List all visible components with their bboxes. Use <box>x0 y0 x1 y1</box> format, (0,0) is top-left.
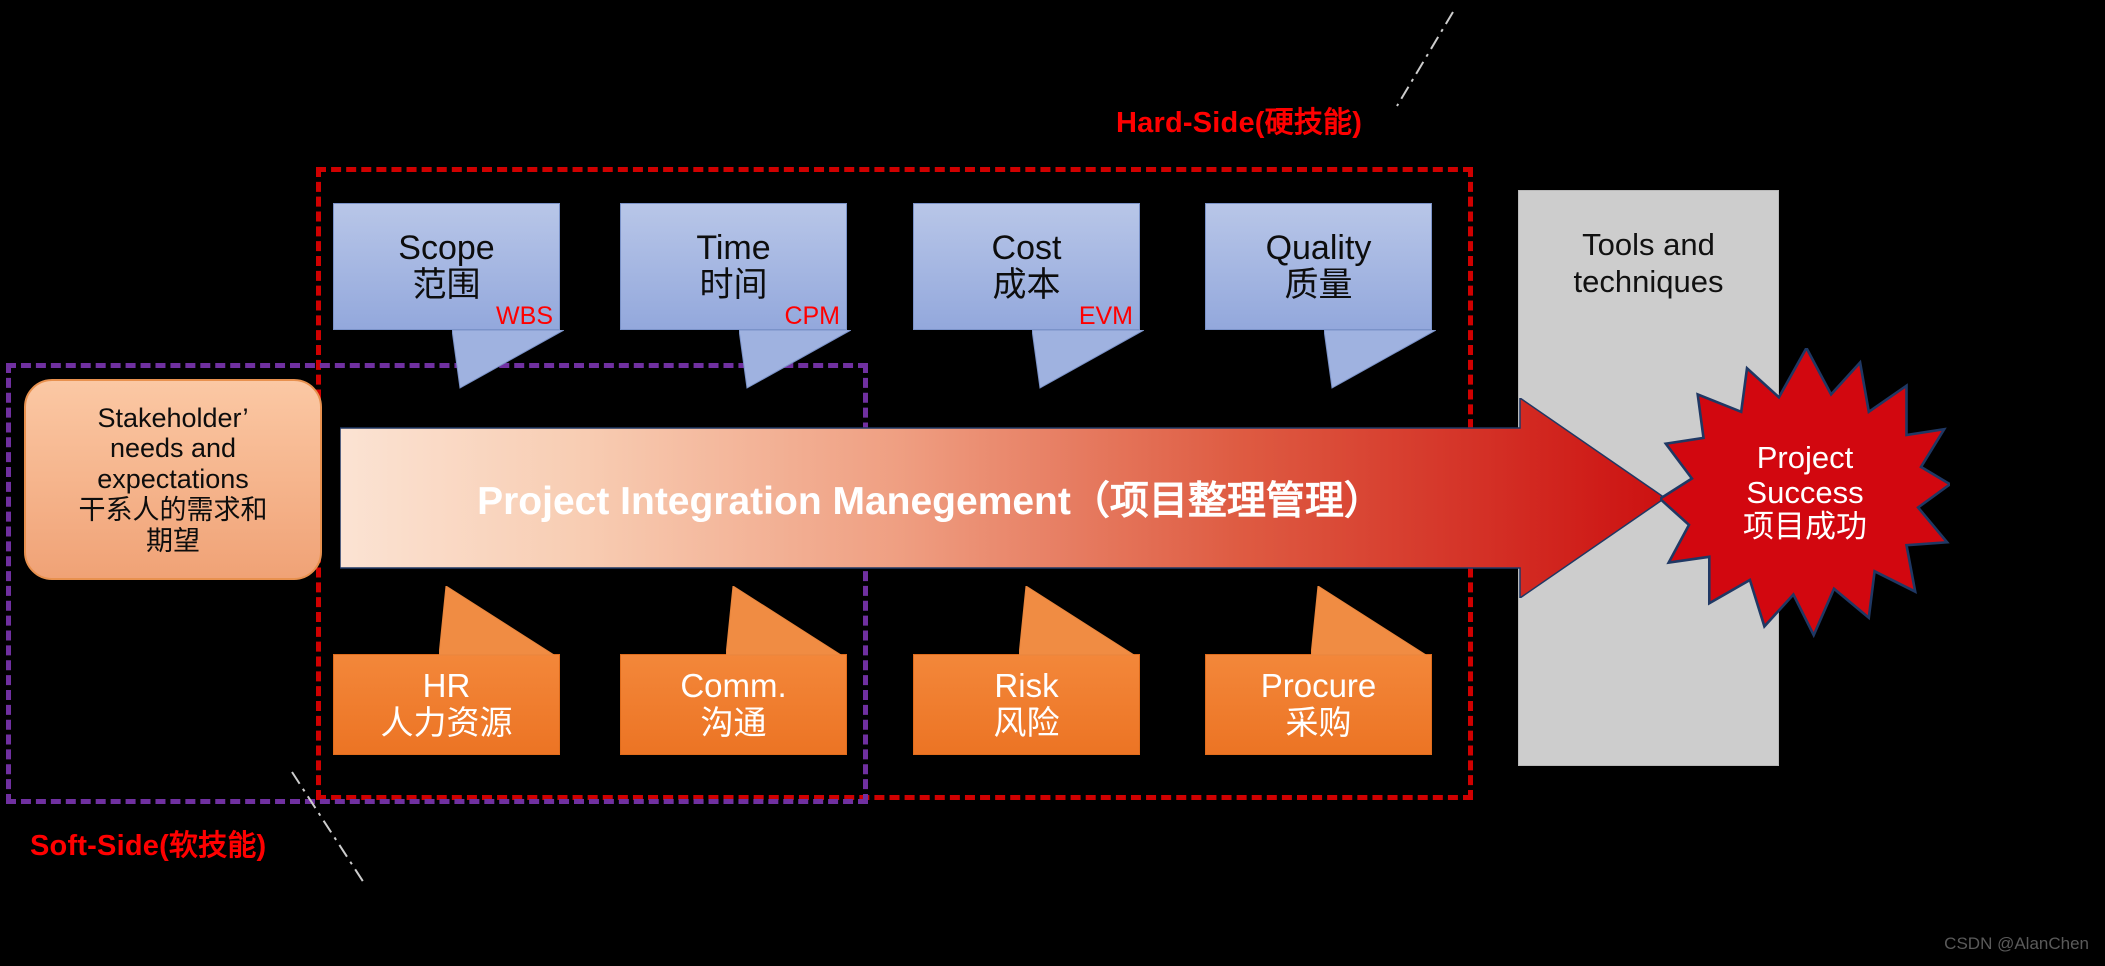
soft-skill-box-comm[interactable]: Comm. 沟通 <box>620 586 847 755</box>
hard-skill-scope-en: Scope <box>398 228 495 267</box>
project-success-starburst <box>1660 348 1950 638</box>
soft-skill-risk-zh: 风险 <box>993 703 1060 741</box>
stakeholder-line-1: Stakeholder’ <box>97 402 249 433</box>
hard-skill-box-time[interactable]: Time 时间 CPM <box>620 203 851 389</box>
hard-skill-quality-body: Quality 质量 <box>1206 204 1431 329</box>
stakeholder-line-5: 期望 <box>146 525 200 556</box>
hard-skill-scope-zh: 范围 <box>412 265 481 304</box>
tools-line-1: Tools and <box>1582 227 1715 262</box>
soft-skill-procure-body: Procure 采购 <box>1206 655 1431 754</box>
hard-skill-box-scope[interactable]: Scope 范围 WBS <box>333 203 564 389</box>
soft-skill-procure-en: Procure <box>1260 667 1377 705</box>
soft-skill-hr-body: HR 人力资源 <box>334 655 559 754</box>
soft-skill-procure-zh: 采购 <box>1285 703 1352 741</box>
hard-skill-cost-zh: 成本 <box>992 265 1061 304</box>
hard-skill-quality-en: Quality <box>1265 228 1372 267</box>
soft-skill-hr-zh: 人力资源 <box>380 703 513 741</box>
hard-side-label: Hard-Side(硬技能) <box>1116 107 1363 139</box>
hard-skill-time-en: Time <box>696 228 771 267</box>
stakeholder-line-4: 干系人的需求和 <box>78 494 268 525</box>
soft-skill-comm-zh: 沟通 <box>700 703 767 741</box>
hard-skill-cost-en: Cost <box>991 228 1062 267</box>
csdn-watermark: CSDN @AlanChen <box>1944 934 2089 953</box>
hard-skill-time-acronym: CPM <box>784 302 840 330</box>
soft-side-label: Soft-Side(软技能) <box>30 830 267 862</box>
hard-skill-box-quality[interactable]: Quality 质量 <box>1205 203 1436 389</box>
project-integration-arrow <box>340 398 1665 598</box>
soft-skill-risk-en: Risk <box>994 667 1059 705</box>
soft-skill-box-procure[interactable]: Procure 采购 <box>1205 586 1432 755</box>
stakeholder-line-3: expectations <box>97 464 249 495</box>
stakeholder-line-2: needs and <box>109 433 237 464</box>
soft-skill-box-hr[interactable]: HR 人力资源 <box>333 586 560 755</box>
soft-skill-risk-body: Risk 风险 <box>914 655 1139 754</box>
hard-skill-cost-acronym: EVM <box>1078 302 1133 330</box>
hard-side-leader-line <box>1395 10 1455 110</box>
hard-skill-time-zh: 时间 <box>699 265 768 304</box>
soft-skill-hr-en: HR <box>422 667 471 705</box>
soft-skill-comm-body: Comm. 沟通 <box>621 655 846 754</box>
hard-skill-quality-zh: 质量 <box>1284 265 1353 304</box>
hard-skill-box-cost[interactable]: Cost 成本 EVM <box>913 203 1144 389</box>
hard-skill-scope-acronym: WBS <box>496 302 553 330</box>
soft-skill-box-risk[interactable]: Risk 风险 <box>913 586 1140 755</box>
soft-side-leader-line <box>290 770 370 890</box>
diagram-canvas: Hard-Side(硬技能) Soft-Side(软技能) Tools and … <box>0 0 2105 966</box>
soft-skill-comm-en: Comm. <box>680 667 787 705</box>
stakeholder-needs-box[interactable]: Stakeholder’ needs and expectations 干系人的… <box>24 379 322 580</box>
tools-line-2: techniques <box>1573 263 1724 299</box>
